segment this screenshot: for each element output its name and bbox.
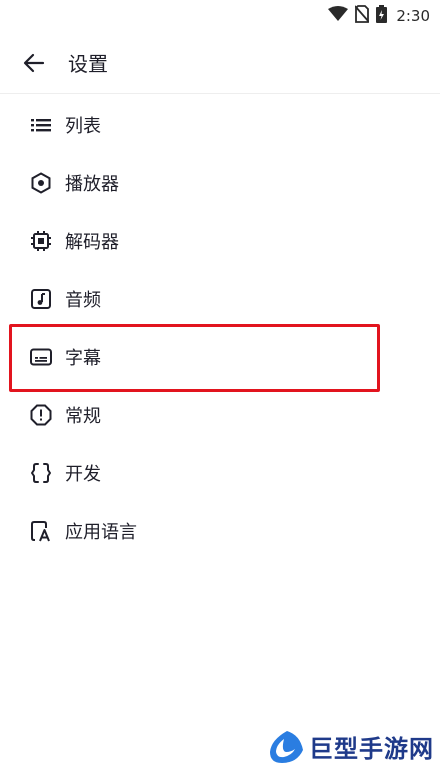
menu-item-label: 开发 xyxy=(65,464,101,485)
arrow-left-icon xyxy=(23,53,45,72)
menu-item-label: 应用语言 xyxy=(65,522,137,543)
no-sim-icon xyxy=(354,5,370,27)
menu-item-general[interactable]: 常规 xyxy=(0,386,440,444)
player-hexagon-icon xyxy=(29,171,53,195)
wifi-icon xyxy=(328,6,349,26)
battery-icon xyxy=(376,5,388,27)
highlight-annotation xyxy=(9,324,380,392)
menu-item-label: 播放器 xyxy=(65,174,119,195)
menu-item-player[interactable]: 播放器 xyxy=(0,154,440,212)
watermark: 巨型手游网 xyxy=(267,729,434,764)
menu-item-label: 常规 xyxy=(65,406,101,427)
status-time: 2:30 xyxy=(396,7,430,25)
music-note-icon xyxy=(29,287,53,311)
menu-item-app-language[interactable]: 应用语言 xyxy=(0,502,440,560)
menu-item-decoder[interactable]: 解码器 xyxy=(0,212,440,270)
language-icon xyxy=(29,519,53,543)
info-octagon-icon xyxy=(29,403,53,427)
menu-item-developer[interactable]: 开发 xyxy=(0,444,440,502)
page-title: 设置 xyxy=(68,52,108,76)
watermark-text: 巨型手游网 xyxy=(309,736,434,763)
menu-item-label: 解码器 xyxy=(65,232,119,253)
code-braces-icon xyxy=(29,461,53,485)
chip-icon xyxy=(29,229,53,253)
back-button[interactable] xyxy=(14,43,54,83)
status-bar: 2:30 xyxy=(0,0,440,32)
menu-item-audio[interactable]: 音频 xyxy=(0,270,440,328)
app-bar: 设置 xyxy=(0,32,440,94)
watermark-logo-icon xyxy=(270,730,303,763)
menu-item-label: 音频 xyxy=(65,290,101,311)
list-icon xyxy=(29,113,53,137)
menu-item-list[interactable]: 列表 xyxy=(0,96,440,154)
menu-item-label: 列表 xyxy=(65,116,101,137)
